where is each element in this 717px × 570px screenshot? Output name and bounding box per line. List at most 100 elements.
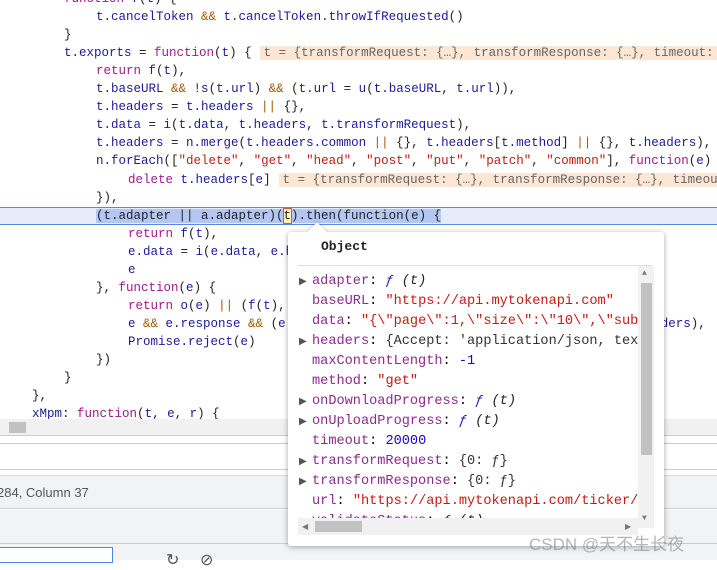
code-line[interactable]: t.data = i(t.data, t.headers, t.transfor… bbox=[0, 116, 717, 134]
code-line-paused[interactable]: (t.adapter || a.adapter)(t).then(functio… bbox=[0, 206, 717, 225]
code-token: ) { bbox=[154, 0, 177, 6]
code-line[interactable]: n.forEach(["delete", "get", "head", "pos… bbox=[0, 152, 717, 170]
code-line[interactable]: delete t.headers[e] t = {transformRequest… bbox=[0, 171, 717, 189]
property-key: onUploadProgress bbox=[312, 414, 443, 429]
code-token: (t.adapter || a.adapter)( bbox=[96, 208, 284, 223]
property-value: "https://api.mytokenapi.com/ticker/ bbox=[352, 494, 639, 509]
code-token: }, bbox=[32, 389, 48, 404]
code-token: && bbox=[201, 10, 217, 25]
code-line[interactable]: function f(t) { bbox=[0, 0, 717, 8]
expand-triangle-icon[interactable]: ▶ bbox=[298, 473, 312, 493]
code-line[interactable]: return f(t), bbox=[0, 62, 717, 80]
code-token: ) { bbox=[229, 46, 252, 61]
code-token: e.data bbox=[210, 244, 256, 259]
code-token: || bbox=[261, 100, 277, 115]
code-token: Promise.reject bbox=[128, 334, 234, 349]
code-token: }) bbox=[96, 353, 112, 367]
property-row[interactable]: ▶ headers: {Accept: 'application/json, te… bbox=[298, 332, 642, 352]
scroll-down-icon[interactable]: ▼ bbox=[642, 514, 647, 523]
code-token: ( bbox=[139, 0, 147, 6]
property-value: 20000 bbox=[385, 434, 427, 449]
code-line[interactable]: t.baseURL && !s(t.url) && (t.url = u(t.b… bbox=[0, 80, 717, 98]
code-token: )), bbox=[493, 82, 517, 97]
property-key: adapter bbox=[312, 274, 370, 289]
code-token: delete bbox=[128, 172, 181, 187]
code-token: = bbox=[163, 100, 187, 115]
property-row[interactable]: ▶ onUploadProgress: ƒ (t) bbox=[298, 412, 642, 432]
code-token: t.headers bbox=[238, 118, 307, 133]
expand-triangle-icon[interactable]: ▶ bbox=[298, 393, 312, 413]
inline-value-preview[interactable]: t = {transformRequest: {…}, transformRes… bbox=[278, 172, 717, 187]
block-icon[interactable]: ⊘ bbox=[200, 550, 213, 570]
code-token: e bbox=[195, 298, 204, 313]
code-line[interactable]: t.cancelToken && t.cancelToken.throwIfRe… bbox=[0, 8, 717, 26]
code-line[interactable]: }), bbox=[0, 189, 717, 207]
code-token: "get" bbox=[253, 154, 292, 169]
code-token: ( bbox=[263, 316, 279, 331]
scroll-up-icon[interactable]: ▲ bbox=[642, 269, 647, 278]
code-token: t.headers bbox=[96, 100, 164, 115]
code-token: t.data bbox=[178, 118, 224, 133]
expand-triangle-icon[interactable]: ▶ bbox=[298, 273, 312, 293]
code-token: , bbox=[531, 154, 547, 169]
inline-value-preview[interactable]: t = {transformRequest: {…}, transformRes… bbox=[259, 46, 717, 61]
code-token: : bbox=[62, 407, 78, 419]
code-token: e.response bbox=[158, 316, 249, 331]
code-token: f bbox=[148, 64, 157, 79]
code-token: t.cancelToken bbox=[96, 10, 202, 25]
scrollbar-thumb[interactable] bbox=[641, 283, 652, 455]
refresh-icon[interactable]: ↻ bbox=[166, 550, 179, 570]
code-token: return bbox=[128, 298, 181, 313]
property-key: maxContentLength bbox=[312, 354, 443, 369]
code-token: t.baseURL bbox=[96, 82, 172, 97]
code-token: ), bbox=[696, 136, 712, 151]
property-value: -1 bbox=[458, 354, 476, 369]
cursor-position: 284, Column 37 bbox=[0, 485, 89, 500]
scrollbar-thumb[interactable] bbox=[9, 422, 26, 433]
code-token: t.data bbox=[96, 118, 142, 133]
expand-triangle-icon[interactable]: ▶ bbox=[298, 413, 312, 433]
code-token: ), bbox=[456, 118, 472, 133]
code-token: t bbox=[282, 207, 292, 224]
code-token: , bbox=[441, 82, 457, 97]
filter-input[interactable] bbox=[0, 547, 113, 563]
code-token: f bbox=[180, 226, 189, 241]
property-row[interactable]: ▶ onDownloadProgress: ƒ (t) bbox=[298, 392, 642, 412]
code-token: "common" bbox=[546, 154, 607, 169]
code-token: ), bbox=[270, 298, 286, 313]
code-token: t.url bbox=[298, 82, 337, 97]
expand-triangle-icon[interactable]: ▶ bbox=[298, 453, 312, 473]
scroll-left-icon[interactable]: ◀ bbox=[302, 522, 308, 532]
code-line[interactable]: t.exports = function(t) {t = {transformR… bbox=[0, 44, 717, 62]
popover-title: Object bbox=[321, 239, 368, 254]
code-token: {}, bbox=[388, 136, 427, 151]
code-token: "patch" bbox=[478, 154, 532, 169]
scrollbar-thumb[interactable] bbox=[315, 521, 362, 532]
code-token: = bbox=[141, 118, 164, 133]
code-line[interactable]: t.headers = t.headers || {}, bbox=[0, 98, 717, 116]
property-value: (t) bbox=[491, 394, 516, 409]
popover-vertical-scrollbar[interactable]: ▲ ▼ bbox=[638, 266, 654, 528]
property-key: transformRequest bbox=[312, 454, 443, 469]
property-row: timeout: 20000 bbox=[312, 434, 427, 449]
code-token: ( bbox=[188, 298, 196, 313]
code-token: t.transformRequest bbox=[321, 118, 457, 133]
code-token: e bbox=[128, 262, 136, 277]
code-token: f bbox=[132, 0, 140, 6]
code-token: ( bbox=[214, 46, 222, 61]
code-token: e bbox=[255, 172, 264, 187]
code-token: i bbox=[163, 118, 172, 133]
property-row[interactable]: ▶ transformResponse: {0: ƒ} bbox=[298, 472, 642, 492]
property-row[interactable]: ▶ transformRequest: {0: ƒ} bbox=[298, 452, 642, 472]
code-token: ), bbox=[171, 64, 187, 79]
code-line[interactable]: } bbox=[0, 26, 717, 44]
property-row[interactable]: ▶ adapter: ƒ (t) bbox=[298, 272, 642, 292]
code-token: ( bbox=[188, 226, 196, 241]
code-token: function bbox=[118, 280, 179, 295]
code-token: && bbox=[171, 82, 187, 97]
code-token: t.headers.common bbox=[246, 136, 374, 151]
code-line[interactable]: t.headers = n.merge(t.headers.common || … bbox=[0, 134, 717, 152]
expand-triangle-icon[interactable]: ▶ bbox=[298, 333, 312, 353]
code-token: "delete" bbox=[178, 154, 239, 169]
property-key: headers bbox=[312, 334, 370, 349]
